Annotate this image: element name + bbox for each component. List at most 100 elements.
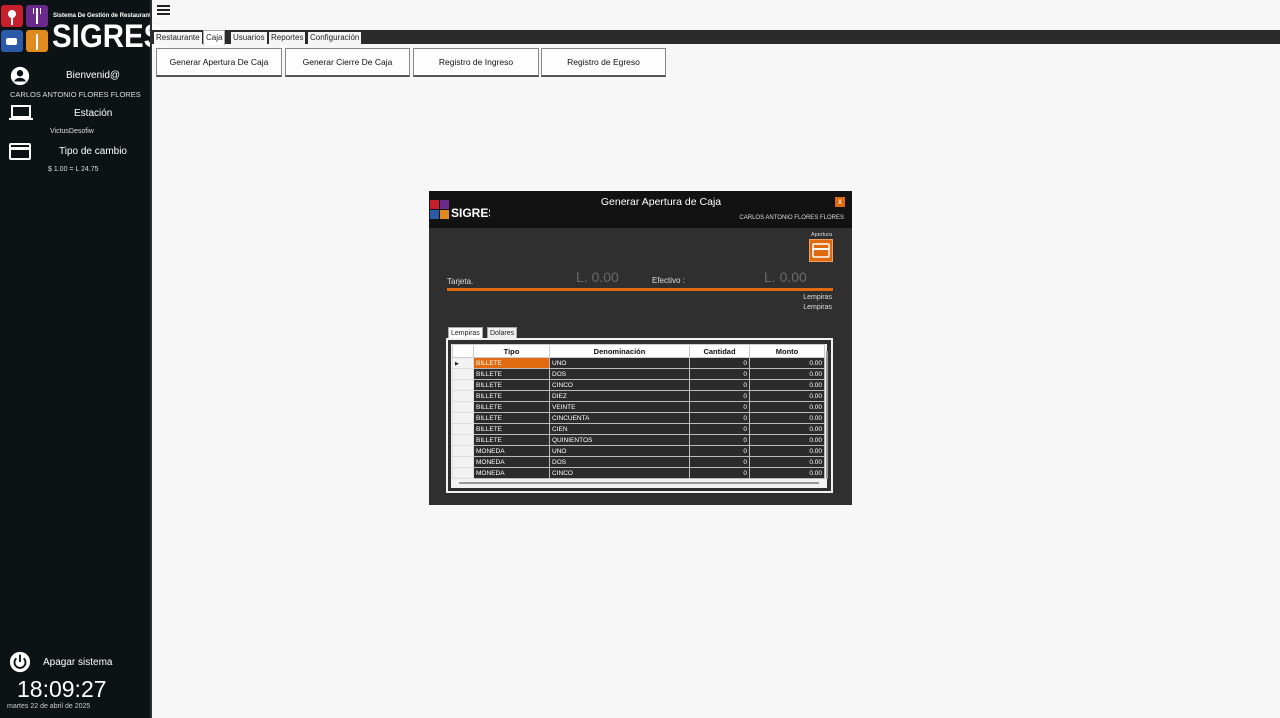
row-selector[interactable] [452, 401, 474, 413]
cell-monto[interactable]: 0.00 [749, 412, 825, 424]
cell-monto[interactable]: 0.00 [749, 357, 825, 369]
open-register-button[interactable]: Generar Apertura De Caja [156, 48, 282, 77]
brand-name: SIGRES [52, 18, 164, 54]
row-selector[interactable] [452, 434, 474, 446]
cell-tipo[interactable]: MONEDA [473, 467, 550, 479]
cell-cantidad[interactable]: 0 [689, 456, 750, 468]
denomination-grid: Tipo Denominación Cantidad Monto ▶ BILLET… [452, 344, 825, 479]
cell-monto[interactable]: 0.00 [749, 434, 825, 446]
cell-cantidad[interactable]: 0 [689, 423, 750, 435]
table-row[interactable]: MONEDA UNO 0 0.00 [452, 445, 825, 457]
column-header-denominacion[interactable]: Denominación [549, 344, 690, 358]
exchange-label: Tipo de cambio [59, 146, 127, 157]
cell-cantidad[interactable]: 0 [689, 434, 750, 446]
income-record-button[interactable]: Registro de Ingreso [413, 48, 539, 77]
cell-denominacion[interactable]: CIEN [549, 423, 690, 435]
column-header-tipo[interactable]: Tipo [473, 344, 550, 358]
card-amount: L. 0.00 [576, 269, 619, 285]
cell-denominacion[interactable]: DOS [549, 456, 690, 468]
table-row[interactable]: BILLETE DIEZ 0 0.00 [452, 390, 825, 402]
table-row[interactable]: BILLETE VEINTE 0 0.00 [452, 401, 825, 413]
shutdown-button[interactable]: Apagar sistema [0, 650, 150, 674]
column-header-cantidad[interactable]: Cantidad [689, 344, 750, 358]
cell-denominacion[interactable]: VEINTE [549, 401, 690, 413]
cell-denominacion[interactable]: UNO [549, 445, 690, 457]
cell-denominacion[interactable]: DOS [549, 368, 690, 380]
cell-monto[interactable]: 0.00 [749, 368, 825, 380]
row-selector[interactable] [452, 456, 474, 468]
row-selector[interactable] [452, 379, 474, 391]
menu-item-usuarios[interactable]: Usuarios [231, 32, 267, 44]
cell-cantidad[interactable]: 0 [689, 467, 750, 479]
cell-cantidad[interactable]: 0 [689, 412, 750, 424]
table-row[interactable]: BILLETE DOS 0 0.00 [452, 368, 825, 380]
cell-monto[interactable]: 0.00 [749, 390, 825, 402]
cell-tipo[interactable]: BILLETE [473, 423, 550, 435]
cell-cantidad[interactable]: 0 [689, 401, 750, 413]
cell-cantidad[interactable]: 0 [689, 357, 750, 369]
cell-tipo[interactable]: BILLETE [473, 368, 550, 380]
close-button[interactable]: x [835, 197, 845, 207]
table-row[interactable]: BILLETE CINCO 0 0.00 [452, 379, 825, 391]
cell-cantidad[interactable]: 0 [689, 368, 750, 380]
user-circle-icon [10, 66, 30, 86]
card-currency: Lempiras [803, 294, 832, 301]
cell-denominacion[interactable]: CINCO [549, 379, 690, 391]
row-selector[interactable] [452, 368, 474, 380]
table-row[interactable]: BILLETE CIEN 0 0.00 [452, 423, 825, 435]
cell-tipo[interactable]: BILLETE [473, 357, 550, 369]
table-row[interactable]: BILLETE QUINIENTOS 0 0.00 [452, 434, 825, 446]
horizontal-scrollbar[interactable] [459, 482, 819, 484]
cell-tipo[interactable]: BILLETE [473, 401, 550, 413]
menu-icon[interactable] [157, 5, 170, 15]
cell-monto[interactable]: 0.00 [749, 379, 825, 391]
cell-tipo[interactable]: BILLETE [473, 390, 550, 402]
cell-cantidad[interactable]: 0 [689, 390, 750, 402]
cell-denominacion[interactable]: QUINIENTOS [549, 434, 690, 446]
app-logo: Sistema De Gestión de Restaurantes SIGRE… [0, 5, 163, 54]
column-header-monto[interactable]: Monto [749, 344, 825, 358]
apertura-button[interactable] [809, 239, 833, 262]
cell-monto[interactable]: 0.00 [749, 445, 825, 457]
table-row[interactable]: MONEDA DOS 0 0.00 [452, 456, 825, 468]
cell-tipo[interactable]: BILLETE [473, 379, 550, 391]
table-row[interactable]: MONEDA CINCO 0 0.00 [452, 467, 825, 479]
table-row[interactable]: BILLETE CINCUENTA 0 0.00 [452, 412, 825, 424]
sidebar: Sistema De Gestión de Restaurantes SIGRE… [0, 0, 163, 718]
menu-item-configuracion[interactable]: Configuración [308, 32, 362, 44]
cell-denominacion[interactable]: CINCUENTA [549, 412, 690, 424]
table-row[interactable]: ▶ BILLETE UNO 0 0.00 [452, 357, 825, 369]
cell-denominacion[interactable]: CINCO [549, 467, 690, 479]
cell-cantidad[interactable]: 0 [689, 379, 750, 391]
cell-tipo[interactable]: BILLETE [473, 412, 550, 424]
totals-divider [447, 288, 833, 291]
row-selector[interactable] [452, 412, 474, 424]
cell-monto[interactable]: 0.00 [749, 456, 825, 468]
close-register-button[interactable]: Generar Cierre De Caja [285, 48, 410, 77]
cell-tipo[interactable]: MONEDA [473, 456, 550, 468]
cell-monto[interactable]: 0.00 [749, 423, 825, 435]
menu-item-caja[interactable]: Caja [203, 30, 226, 45]
cell-cantidad[interactable]: 0 [689, 445, 750, 457]
row-selector[interactable] [452, 467, 474, 479]
cell-tipo[interactable]: MONEDA [473, 445, 550, 457]
credit-card-icon [812, 243, 830, 258]
expense-record-button[interactable]: Registro de Egreso [541, 48, 666, 77]
menu-item-restaurante[interactable]: Restaurante [154, 32, 202, 44]
user-name: CARLOS ANTONIO FLORES FLORES [10, 90, 141, 99]
logo-icons [1, 5, 49, 53]
row-pointer-icon: ▶ [455, 360, 459, 367]
row-selector[interactable] [452, 423, 474, 435]
row-selector[interactable] [452, 445, 474, 457]
cell-tipo[interactable]: BILLETE [473, 434, 550, 446]
station-value: VictusDesofiw [50, 128, 94, 135]
cell-monto[interactable]: 0.00 [749, 401, 825, 413]
row-selector[interactable] [452, 390, 474, 402]
cell-denominacion[interactable]: UNO [549, 357, 690, 369]
row-selector[interactable]: ▶ [452, 357, 474, 369]
cell-denominacion[interactable]: DIEZ [549, 390, 690, 402]
menu-item-reportes[interactable]: Reportes [269, 32, 306, 44]
cell-monto[interactable]: 0.00 [749, 467, 825, 479]
apertura-label: Apertura [811, 232, 833, 238]
vertical-scrollbar[interactable] [826, 351, 828, 479]
